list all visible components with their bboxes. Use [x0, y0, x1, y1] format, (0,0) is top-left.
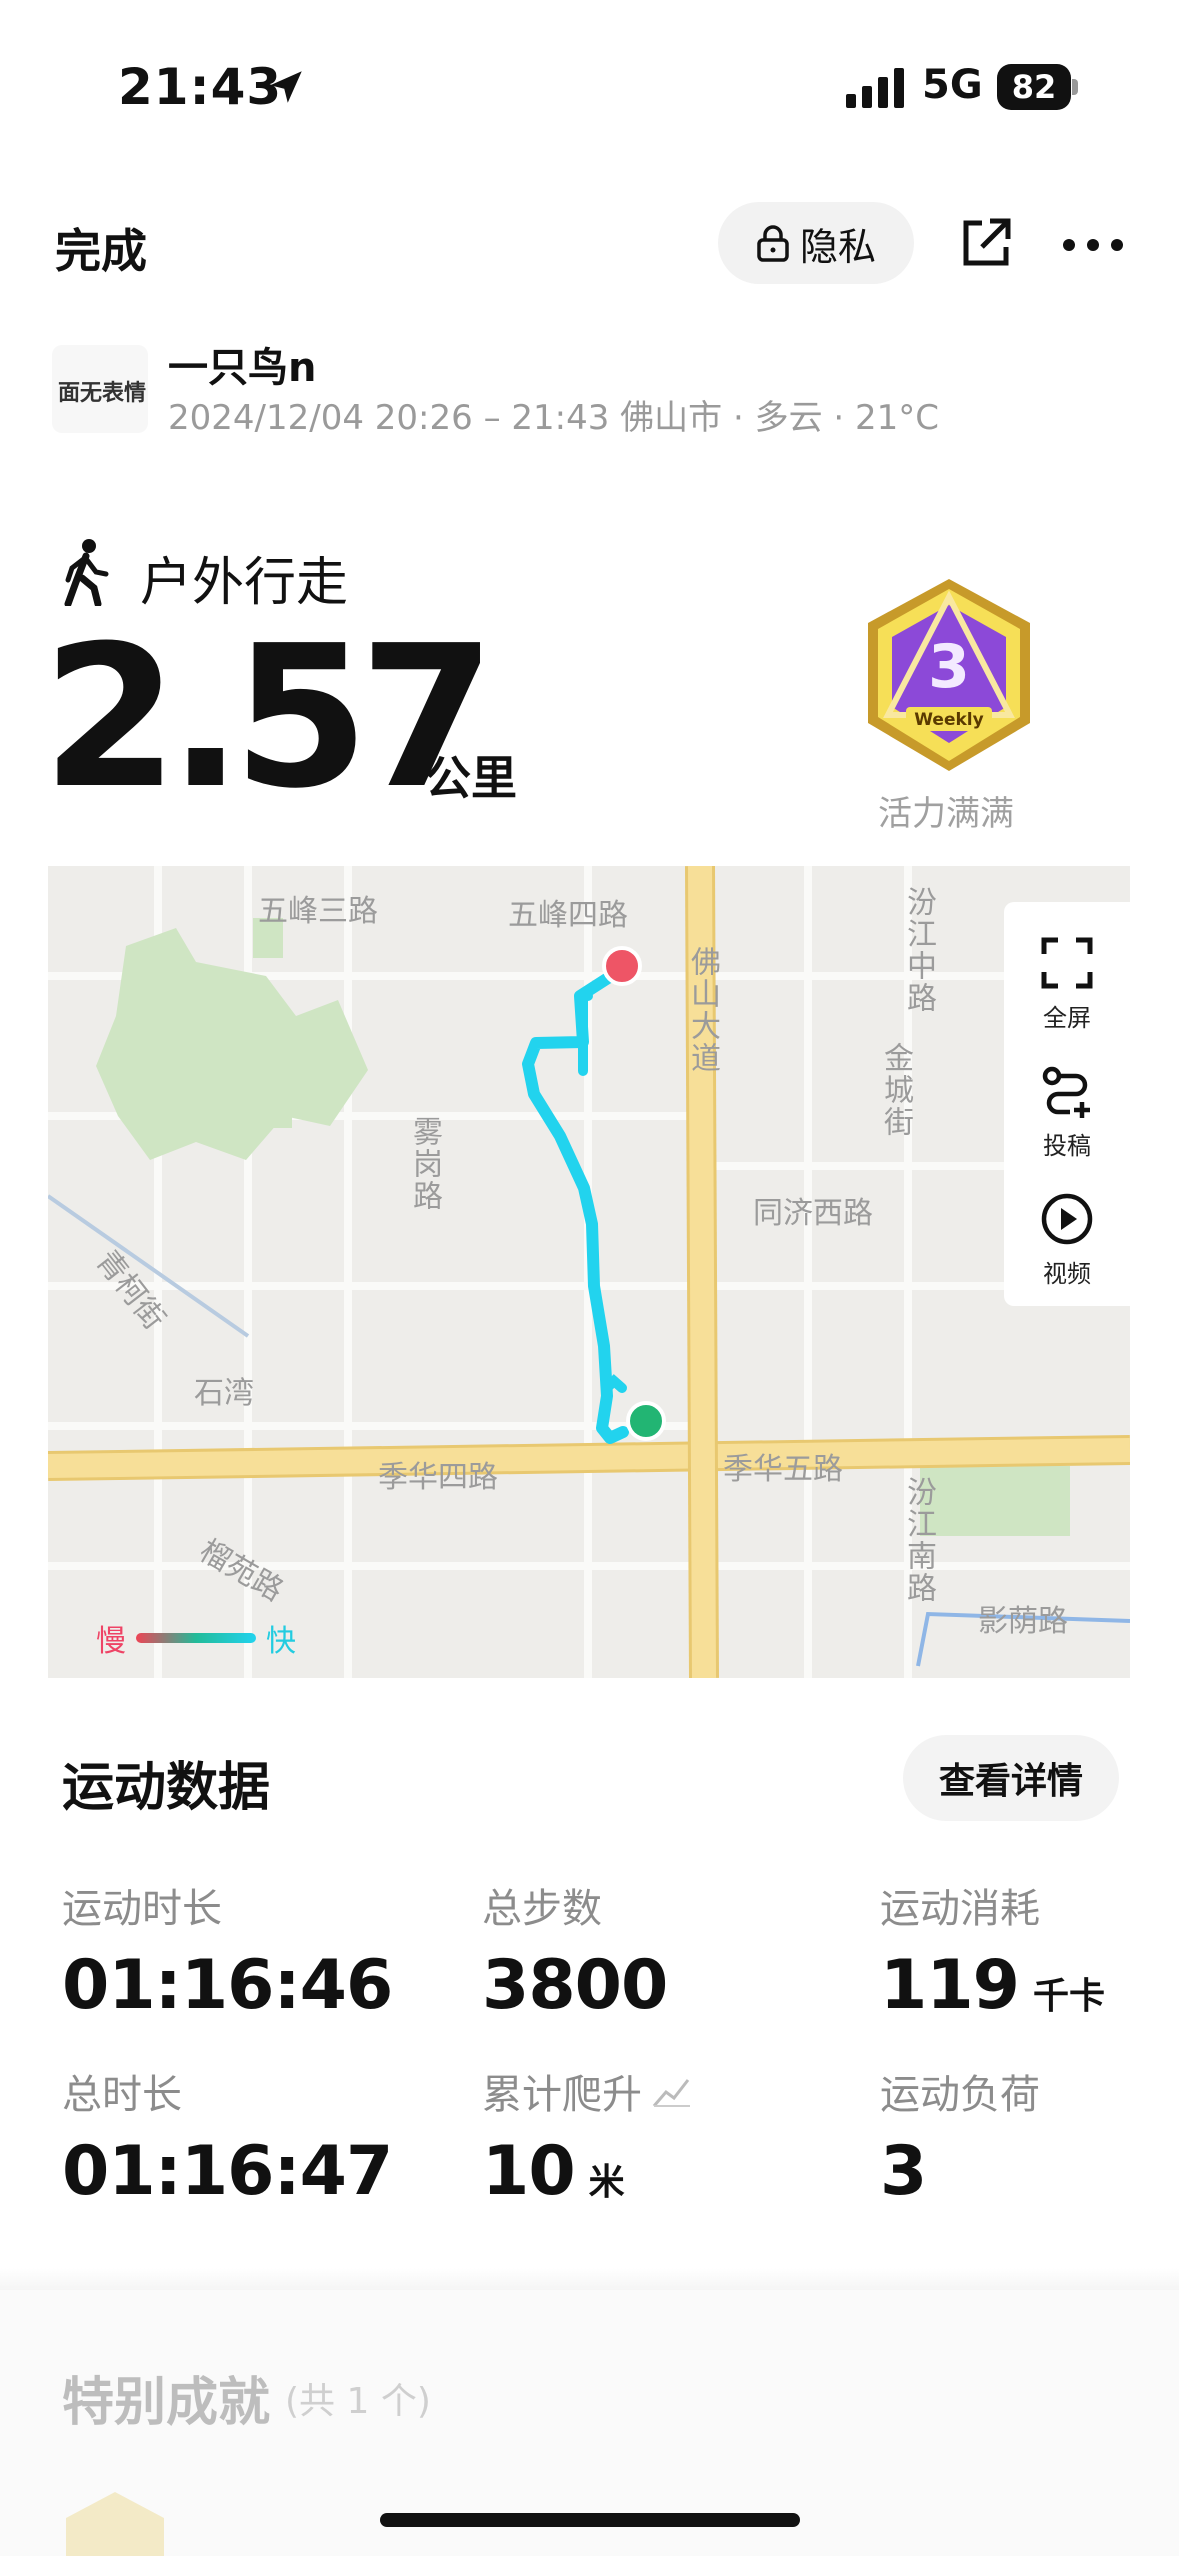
svg-text:3: 3 — [928, 632, 970, 702]
stat-load: 运动负荷 3 — [880, 2062, 1040, 2211]
legend-fast: 快 — [266, 1624, 296, 1659]
stat-value: 10 — [482, 2132, 576, 2211]
network-type: 5G — [922, 62, 983, 108]
stat-steps: 总步数 3800 — [482, 1876, 668, 2025]
map-label: 五峰四路 — [508, 898, 628, 933]
play-icon — [1041, 1193, 1093, 1245]
stat-label: 总时长 — [62, 2072, 182, 2118]
achievement-badge-icon[interactable] — [60, 2488, 170, 2556]
stat-value: 119 — [880, 1946, 1020, 2025]
view-details-button[interactable]: 查看详情 — [903, 1735, 1119, 1821]
stat-label: 累计爬升 — [482, 2072, 642, 2118]
stat-unit: 千卡 — [1032, 1976, 1105, 2017]
map-label: 金城街 — [878, 1042, 913, 1138]
map-toolbar: 全屏 投稿 视频 — [1004, 902, 1130, 1306]
route-start-marker — [626, 1401, 666, 1441]
signal-icon — [846, 68, 904, 108]
badge-label: 活力满满 — [878, 794, 1014, 834]
share-icon[interactable] — [958, 215, 1014, 271]
more-icon[interactable] — [1062, 238, 1124, 252]
route-map[interactable]: 五峰三路 五峰四路 佛山大道 汾江中路 金城街 雾岗路 同济西路 石湾 季华四路… — [48, 866, 1130, 1678]
achievements-count: (共 1 个) — [285, 2381, 431, 2422]
map-label: 季华四路 — [378, 1460, 498, 1495]
stat-duration: 运动时长 01:16:46 — [62, 1876, 393, 2025]
map-label: 影荫路 — [978, 1604, 1068, 1639]
stat-value: 3800 — [482, 1946, 668, 2025]
route-end-marker — [602, 946, 642, 986]
stat-value: 01:16:46 — [62, 1946, 393, 2025]
activity-meta: 2024/12/04 20:26 – 21:43 佛山市 · 多云 · 21°C — [168, 398, 940, 438]
map-label: 雾岗路 — [407, 1116, 442, 1212]
battery-icon: 82 — [997, 64, 1078, 110]
stat-total-time: 总时长 01:16:47 — [62, 2062, 393, 2211]
stat-label: 运动负荷 — [880, 2072, 1040, 2118]
speed-gradient-bar — [136, 1633, 256, 1643]
section-divider — [0, 2268, 1179, 2290]
distance-value: 2.57 — [42, 604, 496, 832]
status-bar: 21:43 5G 82 — [0, 0, 1179, 170]
walking-icon — [64, 539, 109, 606]
video-button[interactable]: 视频 — [1004, 1192, 1130, 1289]
map-label: 汾江南路 — [901, 1476, 936, 1604]
map-label: 佛山大道 — [685, 946, 720, 1074]
fullscreen-label: 全屏 — [1043, 1004, 1091, 1032]
map-label: 五峰三路 — [258, 894, 378, 929]
stat-unit: 米 — [588, 2162, 625, 2203]
avatar-text: 面无表情 — [58, 381, 147, 406]
post-button[interactable]: 投稿 — [1004, 1064, 1130, 1161]
lock-icon — [757, 225, 789, 262]
done-button[interactable]: 完成 — [55, 215, 147, 281]
map-label: 同济西路 — [753, 1196, 873, 1231]
stat-label: 总步数 — [482, 1886, 602, 1932]
privacy-button[interactable]: 隐私 — [718, 202, 914, 284]
map-label: 季华五路 — [723, 1452, 843, 1487]
location-arrow-icon — [270, 71, 302, 103]
map-label: 汾江中路 — [901, 886, 936, 1014]
weekly-badge-icon[interactable]: 3 Weekly — [860, 575, 1038, 775]
fullscreen-icon — [1041, 937, 1093, 989]
speed-legend: 慢 快 — [96, 1616, 296, 1660]
stat-value: 01:16:47 — [62, 2132, 393, 2211]
distance-unit: 公里 — [425, 751, 517, 805]
elevation-chart-icon — [652, 2079, 690, 2107]
post-label: 投稿 — [1043, 1132, 1091, 1160]
battery-level: 82 — [997, 64, 1071, 110]
stat-label: 运动时长 — [62, 1886, 222, 1932]
home-indicator — [380, 2513, 800, 2527]
stat-calories: 运动消耗 119 千卡 — [880, 1876, 1105, 2025]
status-time: 21:43 — [118, 58, 283, 116]
stat-label: 运动消耗 — [880, 1886, 1040, 1932]
achievements-title: 特别成就 — [62, 2373, 271, 2433]
stats-title: 运动数据 — [62, 1758, 271, 1818]
avatar[interactable]: 面无表情 — [52, 345, 148, 433]
badge-text: Weekly — [914, 710, 983, 730]
video-label: 视频 — [1043, 1260, 1091, 1288]
map-label: 石湾 — [194, 1376, 254, 1411]
stat-value: 3 — [880, 2132, 927, 2211]
user-name[interactable]: 一只鸟n — [168, 335, 316, 393]
legend-slow: 慢 — [96, 1624, 126, 1659]
fullscreen-button[interactable]: 全屏 — [1004, 936, 1130, 1033]
route-post-icon — [1042, 1066, 1090, 1118]
privacy-label: 隐私 — [799, 224, 876, 269]
stat-elevation: 累计爬升 10 米 — [482, 2062, 692, 2211]
